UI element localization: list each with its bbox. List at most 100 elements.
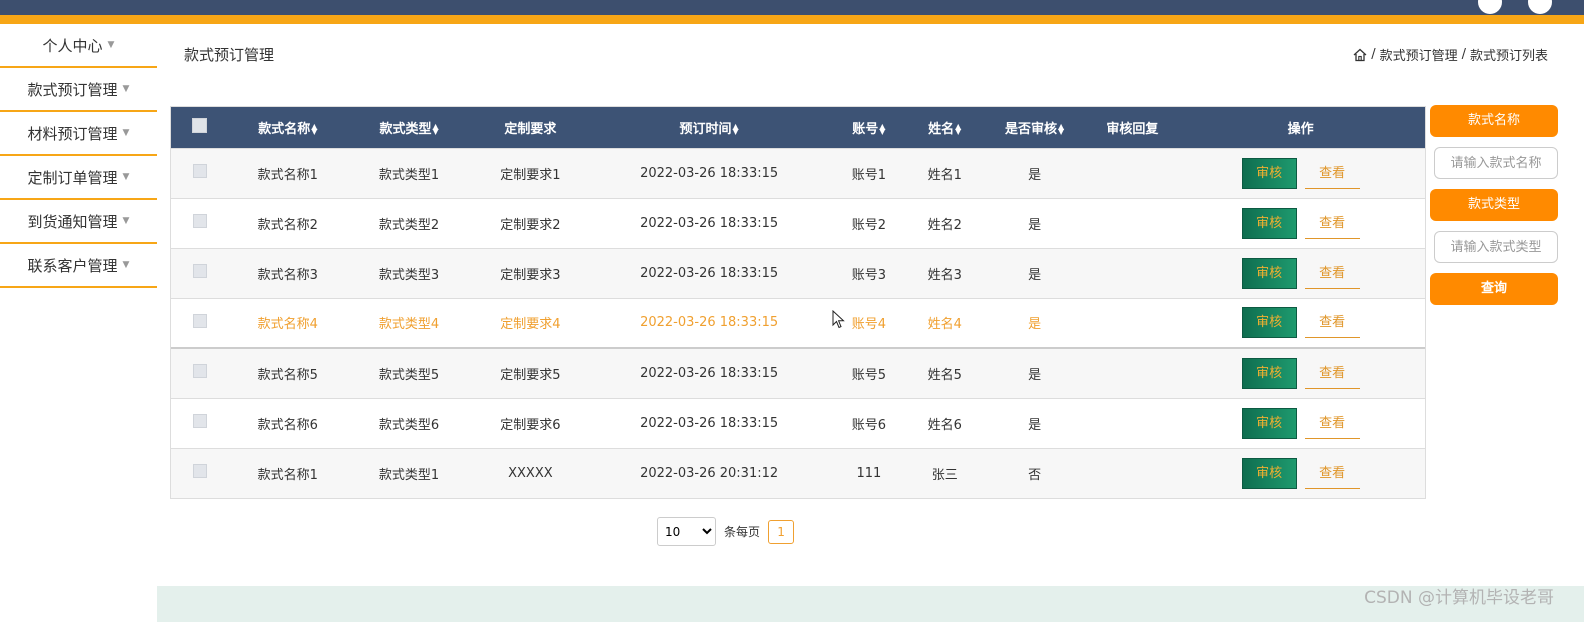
table-cell: 111 [856, 465, 882, 481]
caret-down-icon: ▼ [122, 128, 130, 138]
actions-cell: 审核 查看 [1176, 198, 1425, 248]
actions-cell: 审核 查看 [1176, 398, 1425, 448]
sort-icon[interactable]: ▲ ▼ [311, 123, 317, 136]
search-panel: 款式名称 款式类型 查询 [1430, 105, 1558, 305]
table-cell: 姓名3 [927, 267, 962, 283]
table-cell: 姓名1 [927, 167, 962, 183]
row-select-cell [171, 398, 229, 448]
row-checkbox[interactable] [192, 264, 207, 278]
sidebar-item-label: 款式预订管理 [27, 80, 118, 99]
sidebar-item-label: 材料预订管理 [27, 124, 118, 143]
column-header-label: 操作 [1287, 121, 1314, 137]
style-type-input[interactable] [1434, 231, 1558, 263]
column-header-4[interactable]: 账号 ▲ ▼ [829, 107, 909, 148]
view-button[interactable]: 查看 [1304, 358, 1360, 389]
column-header-0[interactable]: 款式名称 ▲ ▼ [229, 107, 347, 148]
row-checkbox[interactable] [192, 164, 207, 178]
sidebar-item-3[interactable]: 定制订单管理 ▼ [0, 156, 157, 200]
select-all-checkbox[interactable] [192, 117, 208, 133]
table-cell: 定制要求6 [500, 417, 561, 433]
table-cell: 定制要求4 [500, 317, 561, 333]
audit-button[interactable]: 审核 [1241, 307, 1297, 339]
style-name-label: 款式名称 [1430, 105, 1558, 137]
table-cell [1088, 148, 1176, 198]
table-cell: 账号1 [851, 167, 886, 183]
table-cell: 款式名称6 [257, 417, 318, 433]
table-cell: 款式名称2 [257, 217, 318, 233]
sort-icon[interactable]: ▲ ▼ [733, 123, 739, 136]
breadcrumb-separator: / [1461, 47, 1466, 62]
view-button[interactable]: 查看 [1304, 408, 1360, 439]
page-number-button[interactable]: 1 [768, 519, 795, 544]
column-header-5[interactable]: 姓名 ▲ ▼ [909, 107, 981, 148]
logout-icon[interactable] [1528, 0, 1552, 14]
audit-button[interactable]: 审核 [1241, 207, 1297, 239]
caret-down-icon: ▼ [107, 40, 115, 50]
sidebar-item-0[interactable]: 个人中心 ▼ [0, 24, 157, 68]
table-row[interactable]: 款式名称6 款式类型6 定制要求6 2022-03-26 18:33:15 账号6 姓名6… [171, 398, 1425, 448]
audit-button[interactable]: 审核 [1241, 157, 1297, 189]
query-button[interactable]: 查询 [1430, 273, 1558, 305]
table-cell [1088, 448, 1176, 498]
audit-button[interactable]: 审核 [1241, 257, 1297, 289]
table-cell: 定制要求2 [500, 217, 561, 233]
table-cell: 是 [1028, 367, 1042, 383]
table-row[interactable]: 款式名称2 款式类型2 定制要求2 2022-03-26 18:33:15 账号2 姓名2… [171, 198, 1425, 248]
table-cell: 款式类型4 [378, 317, 440, 333]
row-select-cell [171, 298, 229, 348]
row-checkbox[interactable] [192, 464, 207, 479]
breadcrumb-item[interactable]: 款式预订管理 [1380, 45, 1458, 64]
table-cell: 姓名2 [927, 217, 962, 233]
row-select-cell [171, 148, 229, 198]
row-checkbox[interactable] [192, 313, 207, 328]
sidebar-item-2[interactable]: 材料预订管理 ▼ [0, 112, 157, 156]
column-header-label: 账号 [852, 121, 879, 137]
view-button[interactable]: 查看 [1304, 208, 1360, 239]
sidebar-item-label: 到货通知管理 [27, 212, 118, 231]
column-header-6[interactable]: 是否审核 ▲ ▼ [981, 107, 1089, 148]
sidebar-item-1[interactable]: 款式预订管理 ▼ [0, 68, 157, 112]
table-cell [1088, 398, 1176, 448]
table-cell: 2022-03-26 20:31:12 [640, 465, 779, 481]
sort-icon[interactable]: ▲ ▼ [1058, 123, 1064, 136]
view-button[interactable]: 查看 [1304, 458, 1360, 489]
table-cell: 定制要求5 [500, 367, 561, 383]
row-checkbox[interactable] [192, 214, 207, 228]
sidebar-item-5[interactable]: 联系客户管理 ▼ [0, 244, 157, 288]
table-cell: 定制要求3 [500, 267, 561, 283]
view-button[interactable]: 查看 [1304, 307, 1360, 339]
style-name-input[interactable] [1434, 147, 1558, 179]
view-button[interactable]: 查看 [1304, 258, 1360, 289]
user-avatar-icon[interactable] [1478, 0, 1502, 14]
audit-button[interactable]: 审核 [1241, 457, 1297, 489]
row-checkbox[interactable] [192, 414, 207, 428]
column-header-3[interactable]: 预订时间 ▲ ▼ [589, 107, 829, 148]
table-cell: 账号6 [851, 417, 886, 433]
sort-icon[interactable]: ▲ ▼ [955, 123, 961, 136]
table-cell: 2022-03-26 18:33:15 [640, 415, 779, 431]
table-cell: 款式类型2 [378, 217, 440, 233]
sort-icon[interactable]: ▲ ▼ [879, 123, 885, 136]
table-cell: 款式类型3 [378, 267, 440, 283]
table-row[interactable]: 款式名称3 款式类型3 定制要求3 2022-03-26 18:33:15 账号3 姓名3… [171, 248, 1425, 298]
caret-down-icon: ▼ [122, 84, 130, 94]
column-header-label: 定制要求 [504, 121, 557, 137]
table-cell: 张三 [931, 467, 958, 483]
table-cell: 款式类型5 [378, 367, 440, 383]
view-button[interactable]: 查看 [1304, 158, 1360, 189]
home-icon[interactable] [1353, 48, 1367, 62]
column-header-1[interactable]: 款式类型 ▲ ▼ [347, 107, 472, 148]
sort-icon[interactable]: ▲ ▼ [433, 123, 439, 136]
audit-button[interactable]: 审核 [1241, 357, 1297, 389]
table-row[interactable]: 款式名称1 款式类型1 XXXXX 2022-03-26 20:31:12 111 张三 否… [171, 448, 1425, 498]
audit-button[interactable]: 审核 [1241, 407, 1297, 439]
sidebar-item-4[interactable]: 到货通知管理 ▼ [0, 200, 157, 244]
table-row[interactable]: 款式名称5 款式类型5 定制要求5 2022-03-26 18:33:15 账号5 姓名5… [171, 348, 1425, 398]
table-cell: 2022-03-26 18:33:15 [640, 315, 779, 331]
row-select-cell [171, 248, 229, 298]
table-row[interactable]: 款式名称1 款式类型1 定制要求1 2022-03-26 18:33:15 账号1 姓名1… [171, 148, 1425, 198]
booking-table: 款式名称 ▲ ▼ 款式类型 ▲ ▼ 定制要求 预订时间 ▲ ▼ 账号 ▲ ▼ 姓名 ▲ ▼ 是否审核 ▲ ▼ 审核回复… [170, 106, 1426, 499]
row-checkbox[interactable] [192, 364, 207, 379]
page-size-select[interactable]: 10 [657, 517, 716, 546]
table-row[interactable]: 款式名称4 款式类型4 定制要求4 2022-03-26 18:33:15 账号4 姓名4… [171, 298, 1425, 348]
